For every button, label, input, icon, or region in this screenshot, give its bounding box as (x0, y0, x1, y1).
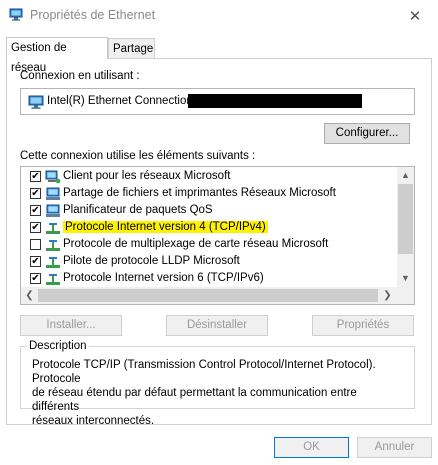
scroll-thumb[interactable] (38, 289, 378, 302)
protocol-icon (46, 257, 60, 268)
install-label: Installer... (46, 319, 96, 331)
list-item[interactable]: ✔ Planificateur de paquets QoS (21, 203, 396, 220)
uninstall-label: Désinstaller (186, 319, 248, 331)
item-label: Protocole de multiplexage de carte résea… (63, 238, 329, 250)
network-service-icon (46, 204, 60, 217)
item-label: Partage de fichiers et imprimantes Résea… (63, 187, 336, 199)
checkbox-checked[interactable]: ✔ (30, 256, 41, 267)
checkbox-checked[interactable]: ✔ (30, 205, 41, 216)
scroll-up-icon[interactable]: ▲ (397, 167, 414, 184)
tab-label: Partage (113, 43, 154, 55)
vertical-scrollbar[interactable]: ▲ ▼ (397, 167, 414, 287)
redaction-bar (188, 94, 362, 108)
scrollbar-corner (397, 287, 414, 304)
checkbox-checked[interactable]: ✔ (30, 171, 41, 182)
scroll-down-icon[interactable]: ▼ (397, 270, 414, 287)
network-client-icon (45, 170, 61, 184)
list-item[interactable]: ✔ Pilote de protocole LLDP Microsoft (21, 254, 396, 271)
item-label: Protocole Internet version 4 (TCP/IPv4) (63, 221, 268, 233)
network-adapter-icon (9, 8, 23, 21)
protocol-icon (46, 223, 60, 234)
ok-button[interactable]: OK (274, 437, 349, 458)
description-line: Protocole TCP/IP (Transmission Control P… (32, 359, 376, 385)
list-item[interactable]: ✔ Protocole Internet version 6 (TCP/IPv6… (21, 271, 396, 288)
item-label: Planificateur de paquets QoS (63, 204, 213, 216)
components-label: Cette connexion utilise les éléments sui… (20, 150, 256, 162)
checkbox-unchecked[interactable] (30, 239, 41, 250)
network-adapter-icon (28, 95, 44, 109)
window-title: Propriétés de Ethernet (30, 8, 156, 22)
configure-button[interactable]: Configurer... (324, 123, 410, 144)
scroll-left-icon[interactable]: ❮ (21, 287, 38, 304)
protocol-icon (46, 274, 60, 285)
item-label: Pilote de protocole LLDP Microsoft (63, 255, 240, 267)
title-bar: Propriétés de Ethernet ✕ (0, 0, 438, 31)
install-button[interactable]: Installer... (20, 315, 122, 336)
scroll-right-icon[interactable]: ❯ (379, 287, 396, 304)
description-line: réseaux interconnectés. (32, 415, 155, 427)
list-item[interactable]: ✔ Partage de fichiers et imprimantes Rés… (21, 186, 396, 203)
close-button[interactable]: ✕ (392, 0, 438, 31)
ok-label: OK (303, 441, 320, 453)
ethernet-properties-dialog: Propriétés de Ethernet ✕ Gestion de rése… (0, 0, 438, 465)
properties-label: Propriétés (336, 319, 390, 331)
protocol-icon (46, 240, 60, 251)
components-list[interactable]: ✔ Client pour les réseaux Microsoft ✔ Pa… (20, 166, 415, 305)
description-line: de réseau étendu par défaut permettant l… (32, 387, 357, 413)
network-service-icon (46, 187, 60, 200)
description-text: Protocole TCP/IP (Transmission Control P… (32, 358, 407, 428)
close-icon: ✕ (408, 7, 422, 25)
checkbox-checked[interactable]: ✔ (30, 273, 41, 284)
tab-partage[interactable]: Partage (108, 38, 155, 58)
item-label: Client pour les réseaux Microsoft (63, 170, 231, 182)
adapter-name: Intel(R) Ethernet Connection (47, 95, 193, 107)
configure-label: Configurer... (335, 127, 399, 139)
item-label: Protocole Internet version 6 (TCP/IPv6) (63, 272, 264, 284)
list-item[interactable]: Protocole de multiplexage de carte résea… (21, 237, 396, 254)
tab-gestion-de-reseau[interactable]: Gestion de réseau (6, 37, 108, 74)
scroll-thumb[interactable] (398, 184, 413, 254)
description-title: Description (27, 340, 89, 352)
horizontal-scrollbar[interactable]: ❮ ❯ (21, 287, 414, 304)
list-item-selected[interactable]: ✔ Protocole Internet version 4 (TCP/IPv4… (21, 220, 396, 237)
uninstall-button[interactable]: Désinstaller (166, 315, 268, 336)
properties-button[interactable]: Propriétés (312, 315, 414, 336)
list-item[interactable]: ✔ Client pour les réseaux Microsoft (21, 169, 396, 186)
checkbox-checked[interactable]: ✔ (30, 222, 41, 233)
checkbox-checked[interactable]: ✔ (30, 188, 41, 199)
cancel-label: Annuler (374, 441, 415, 453)
cancel-button[interactable]: Annuler (357, 437, 432, 458)
